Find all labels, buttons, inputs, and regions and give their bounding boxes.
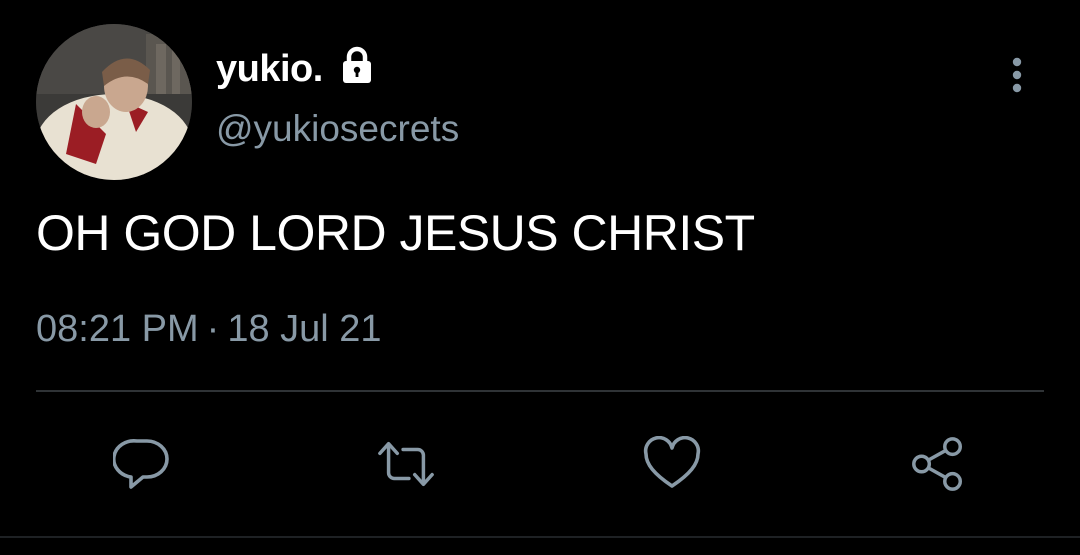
reply-icon: [113, 439, 169, 489]
profile-photo: [36, 24, 192, 180]
share-button[interactable]: [908, 434, 968, 494]
tweet-timestamp[interactable]: 08:21 PM · 18 Jul 21: [36, 308, 382, 351]
avatar[interactable]: [36, 24, 192, 180]
reply-button[interactable]: [112, 434, 172, 494]
tweet-card: yukio. @yukiosecrets OH GOD LORD JESUS C…: [0, 0, 1080, 555]
tweet-text: OH GOD LORD JESUS CHRIST: [36, 205, 755, 261]
retweet-button[interactable]: [376, 434, 436, 494]
like-button[interactable]: [642, 434, 702, 494]
lock-icon: [337, 45, 377, 85]
like-icon: [643, 436, 701, 488]
user-name-row: yukio.: [216, 46, 377, 92]
divider: [36, 390, 1044, 392]
user-handle[interactable]: @yukiosecrets: [216, 108, 459, 150]
tweet-time: 08:21 PM: [36, 308, 199, 350]
retweet-icon: [378, 441, 434, 487]
display-name[interactable]: yukio.: [216, 48, 323, 91]
timestamp-separator: ·: [206, 308, 220, 350]
tweet-date: 18 Jul 21: [227, 308, 382, 350]
bottom-divider: [0, 536, 1080, 538]
more-vertical-icon[interactable]: [1000, 56, 1034, 96]
share-icon: [912, 437, 962, 491]
